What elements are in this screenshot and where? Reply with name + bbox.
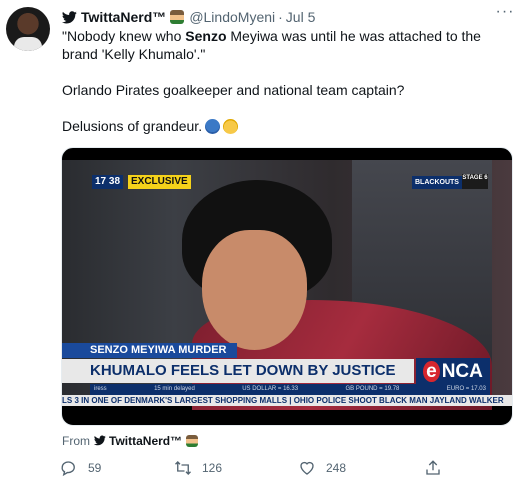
retweet-button[interactable]: 126: [174, 458, 222, 478]
facepalm-emoji-icon: [205, 119, 221, 134]
like-button[interactable]: 248: [298, 458, 346, 478]
display-name[interactable]: TwittaNerd™: [81, 9, 166, 25]
handle[interactable]: @LindoMyeni: [189, 9, 275, 25]
reply-icon: [61, 461, 75, 477]
twitter-bird-icon: [62, 10, 77, 23]
tweet-header: TwittaNerd™ @LindoMyeni · Jul 5: [62, 8, 315, 26]
tweet-text: "Nobody knew who Senzo Meyiwa was until …: [62, 27, 512, 153]
separator-dot: ·: [278, 9, 283, 25]
avatar[interactable]: [6, 7, 50, 51]
person-emoji-icon: [170, 10, 185, 24]
market-ticker: iress 15 min delayed US DOLLAR = 16.33 G…: [90, 384, 490, 395]
reply-count: 59: [88, 461, 102, 475]
source-line: From TwittaNerd™: [62, 433, 199, 448]
tweet-line-2: Orlando Pirates goalkeeper and national …: [62, 82, 405, 98]
retweet-icon: [175, 461, 191, 475]
lower-third-headline: KHUMALO FEELS LET DOWN BY JUSTICE SYSTEM: [62, 359, 414, 403]
channel-logo: e NCA: [416, 358, 490, 385]
tweet-actions: 59 126 248: [60, 458, 480, 478]
like-count: 248: [326, 461, 347, 475]
twitter-bird-icon: [94, 435, 106, 446]
share-button[interactable]: [424, 458, 452, 478]
source-name[interactable]: TwittaNerd™: [109, 434, 182, 448]
exclusive-tag: EXCLUSIVE: [128, 175, 191, 189]
tweet-line-1: "Nobody knew who Senzo Meyiwa was until …: [62, 28, 481, 62]
more-options-icon[interactable]: ···: [494, 4, 516, 22]
tweet-line-3: Delusions of grandeur.: [62, 117, 512, 135]
share-icon: [426, 460, 440, 475]
stage-tag: STAGE 6: [462, 174, 488, 189]
video-player[interactable]: 17 38 EXCLUSIVE BLACKOUTS STAGE 6 SENZO …: [61, 147, 513, 426]
blackouts-tag: BLACKOUTS: [412, 176, 462, 189]
lower-third-subtitle: SENZO MEYIWA MURDER: [62, 343, 237, 358]
exploding-head-emoji-icon: [223, 119, 239, 134]
news-ticker: LS 3 IN ONE OF DENMARK'S LARGEST SHOPPIN…: [62, 395, 512, 406]
retweet-count: 126: [202, 461, 223, 475]
heart-icon: [300, 461, 314, 475]
time-tag: 17 38: [92, 175, 124, 189]
person-emoji-icon: [186, 434, 199, 447]
reply-button[interactable]: 59: [60, 458, 101, 478]
tweet-date[interactable]: Jul 5: [286, 9, 316, 25]
